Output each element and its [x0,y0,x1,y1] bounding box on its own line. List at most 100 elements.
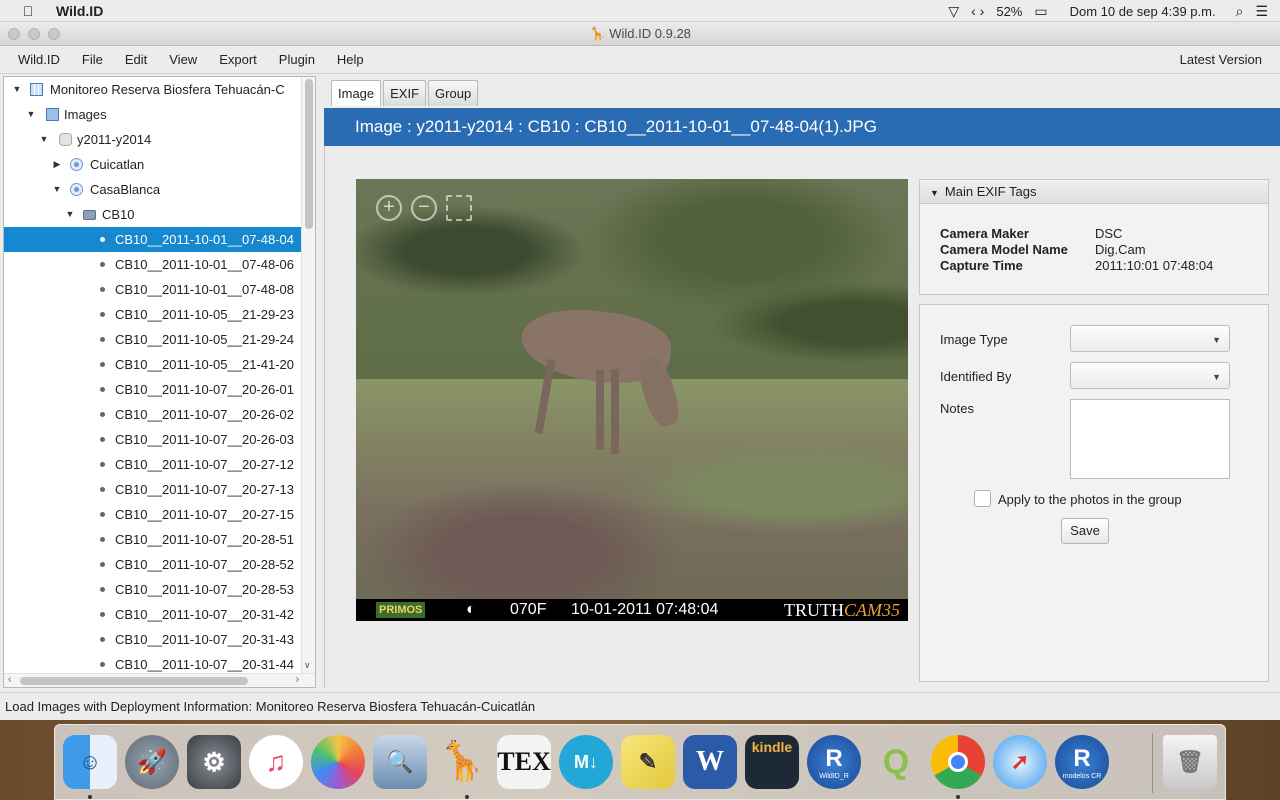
exif-section-header[interactable]: ▼ Main EXIF Tags [920,180,1268,204]
tab-exif[interactable]: EXIF [383,80,427,106]
wildid-giraffe-icon[interactable]: 🦒 [435,735,489,789]
clock[interactable]: Dom 10 de sep 4:39 p.m. [1070,4,1216,19]
tree-file-row[interactable]: CB10__2011-10-07__20-31-42 [4,602,302,627]
tree-file-row[interactable]: CB10__2011-10-07__20-26-01 [4,377,302,402]
tab-group[interactable]: Group [428,80,479,106]
menu-export[interactable]: Export [208,52,268,67]
rstudio-modelos-icon[interactable]: Rmodelos CR [1055,735,1109,789]
tab-image[interactable]: Image [331,80,382,106]
tree-file-row[interactable]: CB10__2011-10-05__21-29-23 [4,302,302,327]
tree-item-camera[interactable]: ▼ CB10 [4,202,302,227]
battery-icon[interactable]: ▭ [1034,3,1047,20]
tree-file-row[interactable]: CB10__2011-10-01__07-48-08 [4,277,302,302]
menu-file[interactable]: File [71,52,114,67]
fit-screen-icon[interactable] [446,195,472,221]
camera-trap-photo[interactable]: + − PRIMOS ◐ 070F 10-01-2011 07:48:04 TR… [356,179,908,621]
truthcam-logo-model: CAM [844,600,882,620]
chevron-down-icon[interactable]: ∨ [304,660,311,671]
tree-item-site-cuicatlan[interactable]: ▶ Cuicatlan [4,152,302,177]
deer-leg [596,369,604,449]
window-titlebar[interactable]: 🦒 Wild.ID 0.9.28 [0,22,1280,46]
kindle-icon[interactable]: kindle [745,735,799,789]
photos-icon[interactable] [311,735,365,789]
close-window-button[interactable] [8,28,20,40]
tree-file-row[interactable]: CB10__2011-10-01__07-48-06 [4,252,302,277]
apply-to-group-checkbox[interactable] [974,490,991,507]
scrollbar-thumb[interactable] [305,79,313,229]
truthcam-logo-number: 35 [882,600,900,620]
spotlight-search-icon[interactable]: ⌕ [1236,3,1244,20]
active-app-name[interactable]: Wild.ID [56,3,103,19]
chrome-icon[interactable] [931,735,985,789]
tree-file-row[interactable]: CB10__2011-10-05__21-41-20 [4,352,302,377]
zoom-window-button[interactable] [48,28,60,40]
notification-center-icon[interactable]: ☰ [1255,3,1268,20]
tree-file-row[interactable]: CB10__2011-10-07__20-27-12 [4,452,302,477]
expand-arrow-icon[interactable]: ▼ [39,127,49,152]
tree-file-row[interactable]: CB10__2011-10-07__20-28-52 [4,552,302,577]
tree-file-row[interactable]: CB10__2011-10-07__20-28-51 [4,527,302,552]
menu-help[interactable]: Help [326,52,375,67]
trash-icon[interactable]: 🗑 [1163,735,1217,789]
itunes-icon[interactable]: ♫ [249,735,303,789]
zoom-in-icon[interactable]: + [376,195,402,221]
finder-icon[interactable]: ☺ [63,735,117,789]
word-icon[interactable]: W [683,735,737,789]
image-type-select[interactable]: ▼ [1070,325,1230,352]
tree-file-row[interactable]: CB10__2011-10-07__20-26-02 [4,402,302,427]
collapse-arrow-icon[interactable]: ▶ [52,152,62,177]
citation-app-icon[interactable]: ✎ [621,735,675,789]
save-button[interactable]: Save [1061,518,1109,544]
markdown-editor-icon[interactable]: M↓ [559,735,613,789]
apple-icon[interactable]:  [0,3,56,19]
file-bullet-icon [100,537,105,542]
apply-to-group-label[interactable]: Apply to the photos in the group [998,492,1182,507]
tree-file-row[interactable]: CB10__2011-10-05__21-29-24 [4,327,302,352]
tree-horizontal-scrollbar[interactable]: ‹ › [4,673,315,687]
zoom-out-icon[interactable]: − [411,195,437,221]
launchpad-icon[interactable]: 🚀 [125,735,179,789]
project-icon [30,83,43,96]
photo-info-strip: PRIMOS ◐ 070F 10-01-2011 07:48:04 TRUTHC… [356,599,908,621]
battery-percent[interactable]: 52% [996,4,1022,19]
tree-file-row[interactable]: CB10__2011-10-07__20-27-13 [4,477,302,502]
notes-textarea[interactable] [1070,399,1230,479]
tree-file-row[interactable]: CB10__2011-10-07__20-28-53 [4,577,302,602]
menu-view[interactable]: View [158,52,208,67]
identified-by-select[interactable]: ▼ [1070,362,1230,389]
expand-arrow-icon[interactable]: ▼ [12,77,22,102]
tree-item-images[interactable]: ▼ Images [4,102,302,127]
scrollbar-thumb[interactable] [20,677,248,685]
menu-wildid[interactable]: Wild.ID [0,52,71,67]
tree-item-site-casablanca[interactable]: ▼ CasaBlanca [4,177,302,202]
collapse-triangle-icon[interactable]: ▼ [930,188,939,198]
tree-file-row[interactable]: CB10__2011-10-07__20-26-03 [4,427,302,452]
texshop-icon[interactable]: TEX [497,735,551,789]
preview-icon[interactable]: 🔍 [373,735,427,789]
qgis-icon[interactable]: Q [869,735,923,789]
tree-file-row[interactable]: CB10__2011-10-07__20-31-43 [4,627,302,652]
safari-icon[interactable]: ➚ [993,735,1047,789]
tree-label: Monitoreo Reserva Biosfera Tehuacán-C [50,82,285,97]
tree-item-group[interactable]: ▼ y2011-y2014 [4,127,302,152]
tree-vertical-scrollbar[interactable]: ∨ [301,77,315,673]
menu-edit[interactable]: Edit [114,52,158,67]
chevron-right-icon[interactable]: › [296,674,299,685]
minimize-window-button[interactable] [28,28,40,40]
chevron-left-icon[interactable]: ‹ [8,674,11,685]
system-preferences-icon[interactable]: ⚙ [187,735,241,789]
expand-arrow-icon[interactable]: ▼ [52,177,62,202]
tree-file-row[interactable]: CB10__2011-10-01__07-48-04 [4,227,302,252]
file-bullet-icon [100,412,105,417]
code-icon[interactable]: ‹ › [971,3,984,19]
tree-file-row[interactable]: CB10__2011-10-07__20-27-15 [4,502,302,527]
exif-key: Camera Model Name [940,242,1068,257]
photo-timestamp: 10-01-2011 07:48:04 [571,601,719,618]
menu-plugin[interactable]: Plugin [268,52,326,67]
rstudio-wildid-icon[interactable]: R WildID_R [807,735,861,789]
tree-item-project[interactable]: ▼ Monitoreo Reserva Biosfera Tehuacán-C [4,77,302,102]
expand-arrow-icon[interactable]: ▼ [65,202,75,227]
expand-arrow-icon[interactable]: ▼ [26,102,36,127]
latest-version-link[interactable]: Latest Version [1180,46,1262,74]
cast-icon[interactable]: ▽ [948,3,959,20]
